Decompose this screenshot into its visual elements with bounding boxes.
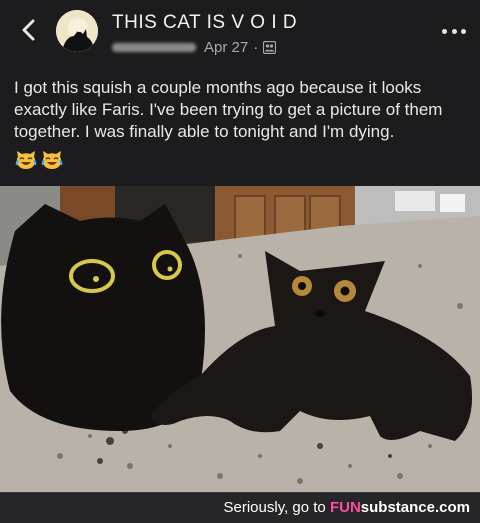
watermark-brand: FUN: [329, 499, 361, 516]
tears-of-joy-cat-emoji: [15, 151, 37, 169]
watermark-footer: Seriously, go to FUNsubstance.com: [0, 492, 480, 523]
more-options-icon[interactable]: [442, 22, 466, 40]
group-name[interactable]: THIS CAT IS V O I D: [112, 12, 297, 34]
post-text: I got this squish a couple months ago be…: [14, 78, 443, 141]
post-photo[interactable]: [0, 186, 480, 492]
post-header: THIS CAT IS V O I D Apr 27 ·: [0, 0, 480, 62]
redacted-author-name: [112, 42, 196, 52]
watermark-text[interactable]: Seriously, go to FUNsubstance.com: [224, 499, 471, 516]
tears-of-joy-cat-emoji: [41, 151, 63, 169]
post-date[interactable]: Apr 27: [204, 39, 248, 56]
emoji-row: [15, 150, 63, 170]
chevron-left-icon[interactable]: [18, 16, 40, 44]
meta-separator: ·: [253, 38, 259, 56]
watermark-brand-tail: substance.com: [360, 499, 470, 516]
group-members-icon: [263, 40, 277, 54]
post-meta: Apr 27 ·: [112, 38, 277, 56]
group-avatar[interactable]: [56, 10, 98, 52]
